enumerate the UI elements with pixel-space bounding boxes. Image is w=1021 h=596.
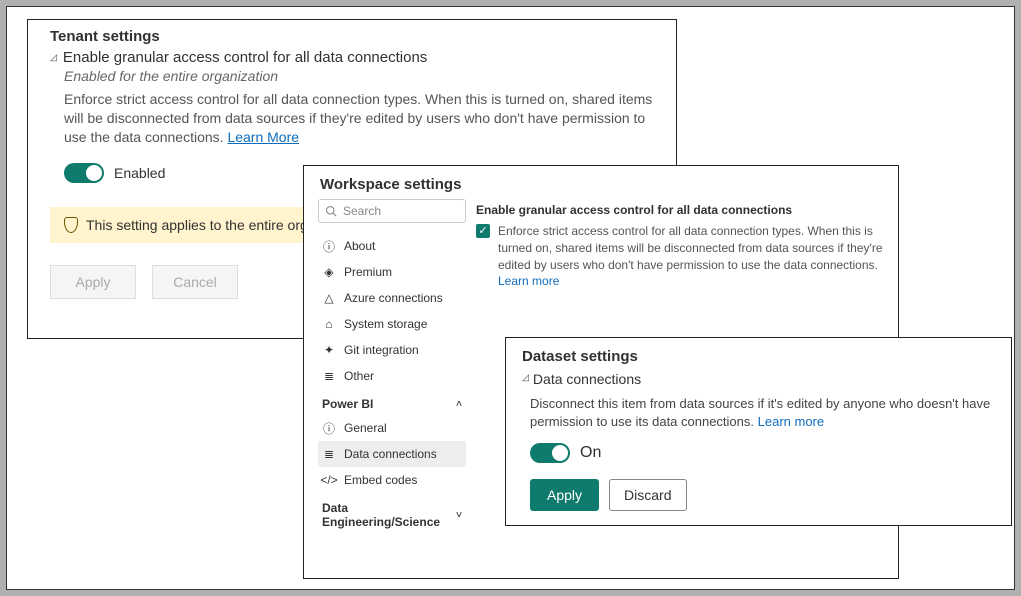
dataset-description: Disconnect this item from data sources i… (530, 395, 995, 431)
enabled-toggle[interactable] (64, 163, 104, 183)
shield-icon (64, 217, 78, 233)
search-icon (325, 205, 337, 217)
sidebar-item-storage[interactable]: ⌂ System storage (318, 311, 466, 337)
workspace-heading: Workspace settings (320, 176, 884, 193)
learn-more-link[interactable]: Learn More (227, 129, 299, 145)
diamond-icon: ◈ (322, 265, 336, 279)
workspace-sidebar: Search ⓘ About ◈ Premium △ Azure connect… (318, 199, 466, 568)
apply-button[interactable]: Apply (50, 265, 136, 299)
cancel-button[interactable]: Cancel (152, 265, 238, 299)
info-icon: ⓘ (322, 239, 336, 253)
expand-icon: ◿ (522, 372, 529, 383)
toggle-label: On (580, 444, 601, 462)
dataset-button-row: Apply Discard (530, 479, 995, 511)
list-icon: ≣ (322, 369, 336, 383)
sidebar-item-git[interactable]: ✦ Git integration (318, 337, 466, 363)
expand-icon: ◿ (50, 52, 57, 63)
tenant-description: Enforce strict access control for all da… (64, 90, 654, 147)
tenant-title-row[interactable]: ◿ Enable granular access control for all… (50, 49, 654, 66)
apply-button[interactable]: Apply (530, 479, 599, 511)
stage: Tenant settings ◿ Enable granular access… (6, 6, 1015, 590)
learn-more-link[interactable]: Learn more (758, 414, 824, 429)
toggle-label: Enabled (114, 165, 165, 181)
sidebar-item-data-connections[interactable]: ≣ Data connections (318, 441, 466, 467)
sidebar-group-data-eng[interactable]: Data Engineering/Science ˅ (318, 493, 466, 533)
tenant-title: Enable granular access control for all d… (63, 49, 427, 66)
sidebar-item-embed-codes[interactable]: </> Embed codes (318, 467, 466, 493)
search-input[interactable]: Search (318, 199, 466, 223)
tenant-status: Enabled for the entire organization (64, 68, 654, 84)
ws-desc: Enforce strict access control for all da… (498, 223, 884, 290)
discard-button[interactable]: Discard (609, 479, 686, 511)
tenant-heading: Tenant settings (50, 28, 654, 45)
sidebar-item-other[interactable]: ≣ Other (318, 363, 466, 389)
checkbox-icon[interactable]: ✓ (476, 224, 490, 238)
dataset-heading: Dataset settings (522, 348, 995, 365)
dataset-panel: Dataset settings ◿ Data connections Disc… (505, 337, 1012, 526)
notice-text: This setting applies to the entire org (86, 217, 308, 233)
sidebar-item-general[interactable]: ⓘ General (318, 415, 466, 441)
azure-icon: △ (322, 291, 336, 305)
learn-more-link[interactable]: Learn more (498, 274, 559, 288)
dataset-toggle-row: On (530, 443, 995, 463)
chevron-up-icon: ˄ (456, 399, 462, 410)
sidebar-item-premium[interactable]: ◈ Premium (318, 259, 466, 285)
info-icon: ⓘ (322, 421, 336, 435)
sidebar-group-powerbi[interactable]: Power BI ˄ (318, 389, 466, 415)
dataset-subtitle-row[interactable]: ◿ Data connections (522, 371, 995, 387)
ws-main-title: Enable granular access control for all d… (476, 203, 884, 217)
sidebar-item-about[interactable]: ⓘ About (318, 233, 466, 259)
list-icon: ≣ (322, 447, 336, 461)
ws-checkbox-row: ✓ Enforce strict access control for all … (476, 223, 884, 290)
chevron-down-icon: ˅ (456, 510, 462, 521)
git-icon: ✦ (322, 343, 336, 357)
code-icon: </> (322, 473, 336, 487)
sidebar-item-azure[interactable]: △ Azure connections (318, 285, 466, 311)
storage-icon: ⌂ (322, 317, 336, 331)
on-toggle[interactable] (530, 443, 570, 463)
